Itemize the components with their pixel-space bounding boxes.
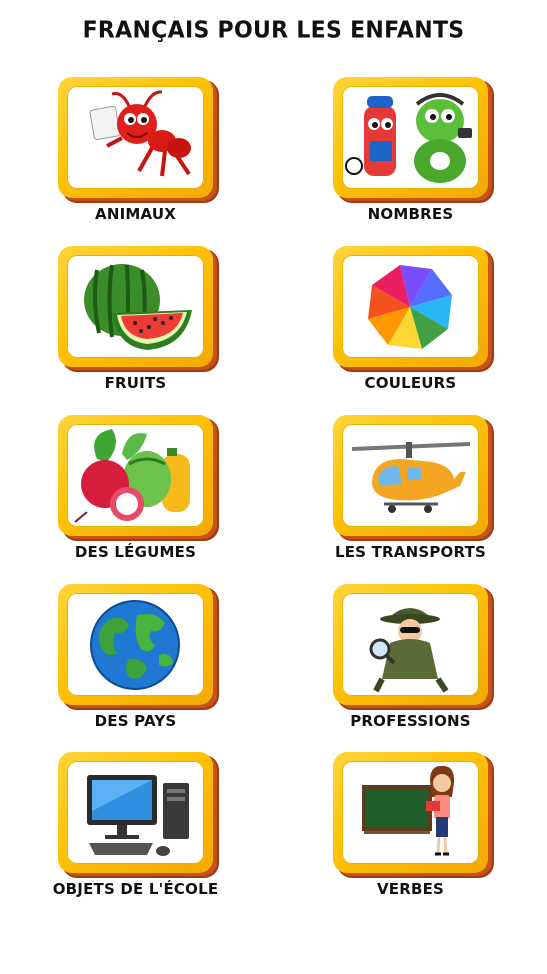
category-label: ANIMAUX — [95, 205, 176, 223]
page-title: FRANÇAIS POUR LES ENFANTS — [82, 17, 465, 44]
ant-icon — [89, 90, 191, 177]
category-label: FRUITS — [104, 374, 167, 392]
computer-icon — [87, 775, 189, 856]
numbers-icon — [345, 93, 472, 183]
helicopter-icon — [351, 442, 471, 513]
watermelon-icon — [84, 264, 192, 350]
category-tile-professions[interactable]: PROFESSIONS — [333, 584, 493, 734]
category-label: PROFESSIONS — [350, 712, 471, 730]
category-tile-objets-ecole[interactable]: OBJETS DE L'ÉCOLE — [53, 752, 218, 902]
category-tile-legumes[interactable]: DES LÉGUMES — [58, 415, 218, 565]
category-label: OBJETS DE L'ÉCOLE — [52, 880, 219, 898]
category-tile-fruits[interactable]: FRUITS — [58, 246, 218, 396]
category-label: DES PAYS — [94, 712, 177, 730]
detective-icon — [369, 608, 449, 693]
category-tile-verbes[interactable]: VERBES — [333, 752, 493, 902]
vegetables-icon — [74, 429, 190, 523]
color-wheel-icon — [368, 265, 452, 349]
teacher-icon — [362, 765, 455, 856]
category-tile-nombres[interactable]: NOMBRES — [333, 77, 493, 227]
category-tile-animaux[interactable]: ANIMAUX — [58, 77, 218, 227]
category-label: COULEURS — [364, 374, 457, 392]
globe-icon — [90, 600, 180, 690]
category-label: VERBES — [376, 880, 445, 898]
category-tile-transports[interactable]: LES TRANSPORTS — [333, 415, 493, 565]
category-label: DES LÉGUMES — [74, 543, 197, 561]
category-tile-couleurs[interactable]: COULEURS — [333, 246, 493, 396]
category-tile-pays[interactable]: DES PAYS — [58, 584, 218, 734]
category-label: LES TRANSPORTS — [334, 543, 487, 561]
category-label: NOMBRES — [367, 205, 454, 223]
